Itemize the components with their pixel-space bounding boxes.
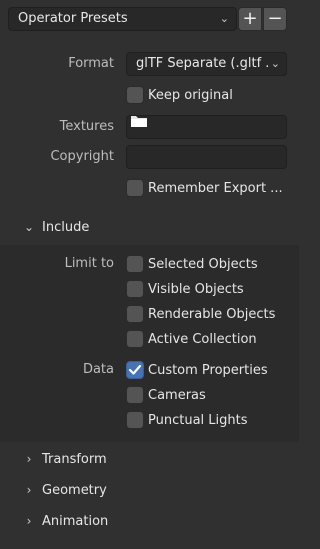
remember-export-checkbox[interactable] xyxy=(126,179,144,197)
folder-icon[interactable] xyxy=(130,116,148,136)
checkmark-icon xyxy=(128,364,142,375)
geometry-panel-header[interactable]: › Geometry xyxy=(22,478,107,502)
animation-panel-title: Animation xyxy=(42,513,109,529)
chevron-right-icon: › xyxy=(26,452,32,466)
cameras-row[interactable]: Cameras xyxy=(126,385,206,405)
chevron-right-icon: › xyxy=(26,483,32,497)
add-preset-button[interactable]: + xyxy=(238,7,262,31)
include-panel-title: Include xyxy=(42,219,90,235)
format-dropdown[interactable]: glTF Separate (.gltf ... ⌄ xyxy=(126,52,287,76)
visible-objects-label: Visible Objects xyxy=(148,281,244,297)
transform-panel-header[interactable]: › Transform xyxy=(22,447,107,471)
custom-properties-row[interactable]: Custom Properties xyxy=(126,360,268,380)
custom-properties-checkbox[interactable] xyxy=(126,361,144,379)
chevron-down-icon: ⌄ xyxy=(23,220,35,234)
punctual-lights-checkbox[interactable] xyxy=(126,411,144,429)
geometry-panel-title: Geometry xyxy=(42,482,107,498)
active-collection-row[interactable]: Active Collection xyxy=(126,329,257,349)
format-value: glTF Separate (.gltf ... xyxy=(136,56,278,71)
punctual-lights-row[interactable]: Punctual Lights xyxy=(126,410,248,430)
animation-panel-header[interactable]: › Animation xyxy=(22,509,109,533)
copyright-label: Copyright xyxy=(50,149,114,164)
chevron-right-icon: › xyxy=(26,514,32,528)
selected-objects-label: Selected Objects xyxy=(148,256,258,272)
keep-original-label: Keep original xyxy=(148,87,233,103)
chevron-down-icon: ⌄ xyxy=(219,12,229,25)
visible-objects-checkbox[interactable] xyxy=(126,280,144,298)
keep-original-checkbox[interactable] xyxy=(126,86,144,104)
visible-objects-row[interactable]: Visible Objects xyxy=(126,279,244,299)
cameras-label: Cameras xyxy=(148,387,206,403)
operator-presets-dropdown[interactable]: Operator Presets ⌄ xyxy=(8,7,237,31)
keep-original-row[interactable]: Keep original xyxy=(126,85,233,105)
selected-objects-row[interactable]: Selected Objects xyxy=(126,254,258,274)
punctual-lights-label: Punctual Lights xyxy=(148,412,248,428)
textures-field[interactable] xyxy=(126,115,287,139)
cameras-checkbox[interactable] xyxy=(126,386,144,404)
copyright-input[interactable] xyxy=(126,145,287,169)
chevron-down-icon: ⌄ xyxy=(268,53,280,75)
active-collection-label: Active Collection xyxy=(148,331,257,347)
format-label: Format xyxy=(68,56,114,71)
data-label: Data xyxy=(82,362,114,377)
remove-preset-button[interactable]: − xyxy=(263,7,287,31)
renderable-objects-row[interactable]: Renderable Objects xyxy=(126,304,275,324)
limit-to-label: Limit to xyxy=(64,256,114,271)
renderable-objects-checkbox[interactable] xyxy=(126,305,144,323)
remember-export-row[interactable]: Remember Export ... xyxy=(126,178,283,198)
selected-objects-checkbox[interactable] xyxy=(126,255,144,273)
textures-label: Textures xyxy=(59,119,114,134)
remember-export-label: Remember Export ... xyxy=(148,180,283,196)
renderable-objects-label: Renderable Objects xyxy=(148,306,276,322)
transform-panel-title: Transform xyxy=(42,451,107,467)
active-collection-checkbox[interactable] xyxy=(126,330,144,348)
include-panel-header[interactable]: ⌄ Include xyxy=(22,215,89,239)
custom-properties-label: Custom Properties xyxy=(148,362,268,378)
operator-presets-label: Operator Presets xyxy=(18,11,128,26)
